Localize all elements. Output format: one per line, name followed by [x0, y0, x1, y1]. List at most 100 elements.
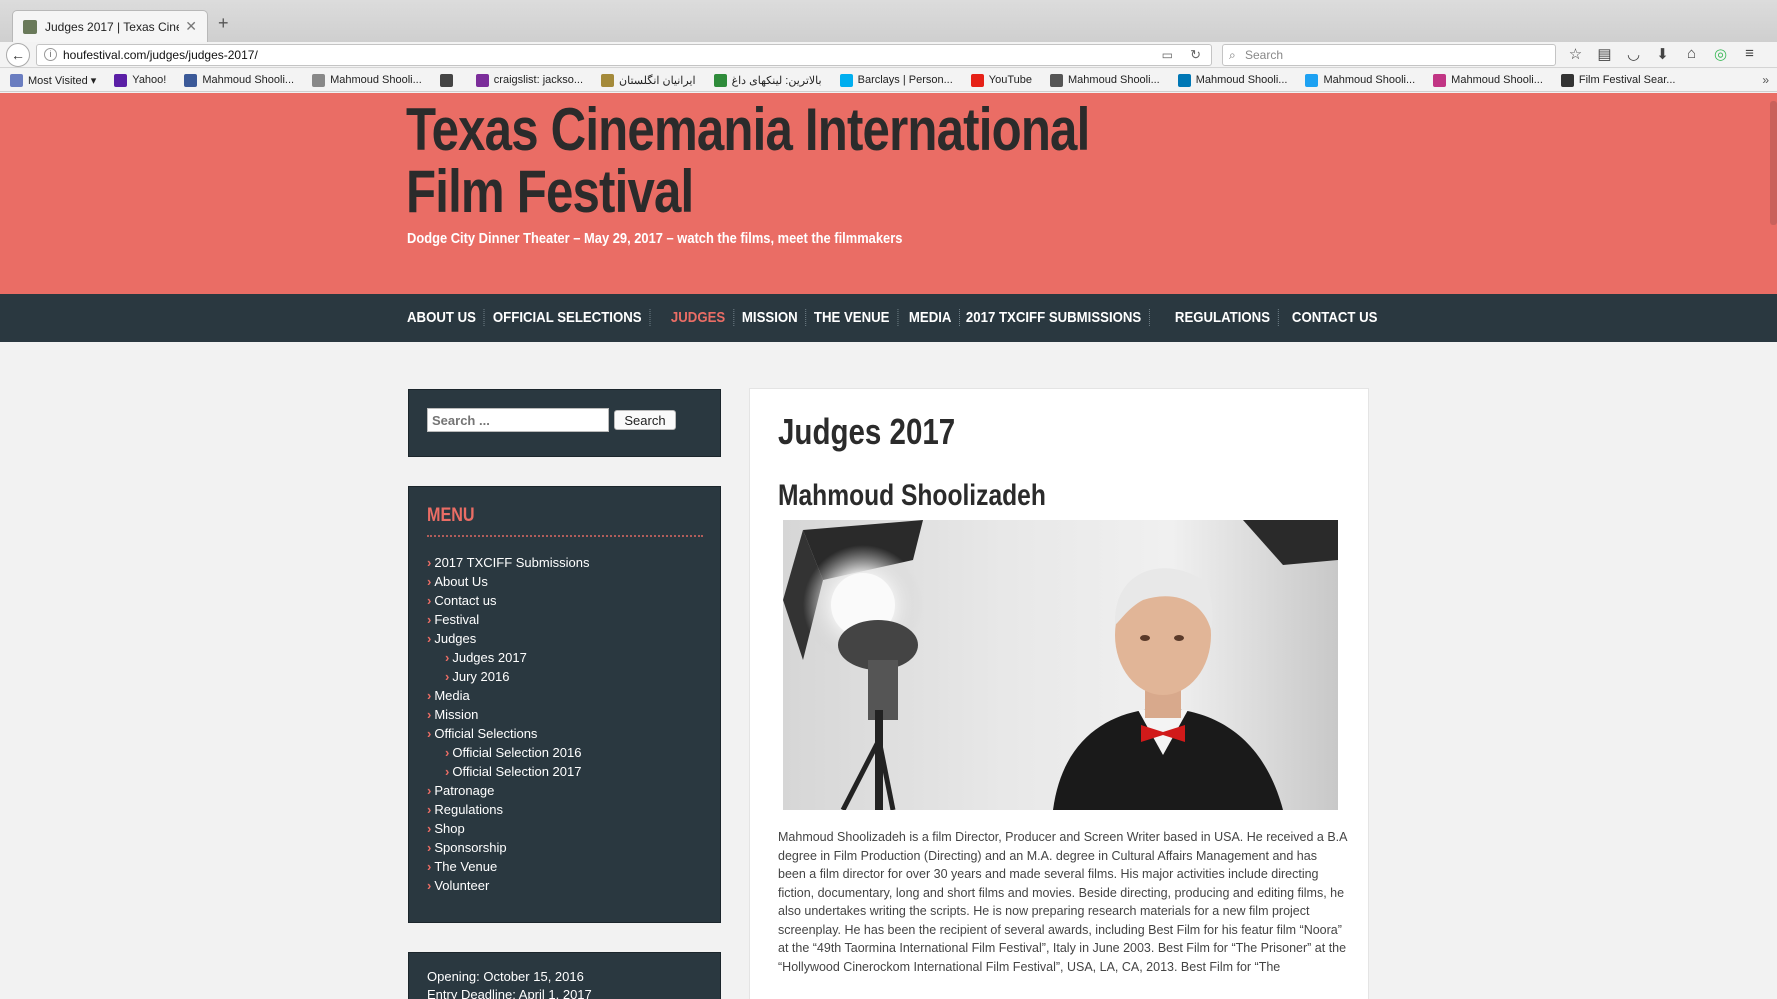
- download-icon[interactable]: ⬇: [1653, 45, 1672, 63]
- bookmark-favicon-icon: [184, 73, 198, 87]
- bookmark-favicon-icon: [839, 73, 853, 87]
- menu-item-shop[interactable]: Shop: [427, 819, 589, 838]
- menu-item-mission[interactable]: Mission: [427, 705, 589, 724]
- new-tab-icon[interactable]: +: [218, 13, 229, 34]
- nav-item-2017-txciff-submissions[interactable]: 2017 TXCIFF Submissions: [958, 309, 1151, 326]
- bookmark-label: بالاترین: لینکهای داغ: [731, 74, 822, 87]
- bookmark-item[interactable]: Film Festival Sear...: [1560, 73, 1676, 87]
- search-icon: ⌕: [1229, 48, 1236, 62]
- bookmark-item[interactable]: craigslist: jackso...: [475, 73, 584, 87]
- hamburger-menu-icon[interactable]: ≡: [1740, 45, 1759, 63]
- nav-item-judges[interactable]: Judges: [663, 309, 735, 326]
- menu-item-patronage[interactable]: Patronage: [427, 781, 589, 800]
- bookmark-label: craigslist: jackso...: [493, 74, 584, 86]
- bookmark-item[interactable]: Mahmoud Shooli...: [1433, 73, 1543, 87]
- menu-item-judges[interactable]: Judges: [427, 629, 589, 648]
- page-scrollbar[interactable]: [1770, 101, 1777, 225]
- main-navigation: About Us Official Selections Judges Mission…: [0, 294, 1777, 342]
- bookmark-favicon-icon: [312, 73, 326, 87]
- menu-item-volunteer[interactable]: Volunteer: [427, 876, 589, 895]
- menu-item-official-selection-2016[interactable]: Official Selection 2016: [427, 743, 589, 762]
- bookmark-item[interactable]: Mahmoud Shooli...: [1050, 73, 1160, 87]
- menu-item-media[interactable]: Media: [427, 686, 589, 705]
- bookmark-label: Mahmoud Shooli...: [1323, 74, 1416, 86]
- menu-item-official-selections[interactable]: Official Selections: [427, 724, 589, 743]
- bookmark-favicon-icon: [1560, 73, 1574, 87]
- bookmark-item[interactable]: Mahmoud Shooli...: [1305, 73, 1416, 87]
- bookmark-label: Most Visited ▾: [28, 74, 97, 87]
- bookmark-item[interactable]: Yahoo!: [114, 73, 167, 87]
- bookmarks-overflow-icon[interactable]: »: [1762, 73, 1769, 87]
- bookmark-item[interactable]: Mahmoud Shooli...: [312, 73, 422, 87]
- menu-item-2017-txciff-submissions[interactable]: 2017 TXCIFF Submissions: [427, 553, 589, 572]
- bookmark-item[interactable]: ایرانیان انگلستان: [601, 73, 696, 87]
- bookmark-favicon-icon: [475, 73, 489, 87]
- browser-tab[interactable]: Judges 2017 | Texas Cine... ✕: [12, 10, 208, 42]
- tab-close-icon[interactable]: ✕: [185, 18, 197, 35]
- bookmark-label: Film Festival Sear...: [1578, 74, 1676, 86]
- search-button[interactable]: Search: [614, 410, 676, 430]
- menu-title: MENU: [427, 505, 475, 526]
- pocket-icon[interactable]: ◡: [1624, 45, 1643, 63]
- menu-item-festival[interactable]: Festival: [427, 610, 589, 629]
- bookmark-favicon-icon: [601, 73, 615, 87]
- menu-item-official-selection-2017[interactable]: Official Selection 2017: [427, 762, 589, 781]
- bookmark-star-icon[interactable]: ☆: [1566, 45, 1585, 63]
- judge-photo-illustration: [783, 520, 1338, 810]
- nav-item-about-us[interactable]: About Us: [407, 309, 485, 326]
- bookmarks-toolbar: Most Visited ▾ Yahoo! Mahmoud Shooli... Mah…: [0, 69, 1777, 92]
- bookmark-item[interactable]: Mahmoud Shooli...: [1177, 73, 1287, 87]
- browser-tab-strip: Judges 2017 | Texas Cine... ✕ +: [0, 0, 1777, 42]
- bookmark-favicon-icon: [1305, 73, 1319, 87]
- nav-item-regulations[interactable]: Regulations: [1167, 309, 1279, 326]
- search-input[interactable]: [427, 408, 609, 432]
- bookmark-label: Mahmoud Shooli...: [330, 74, 422, 86]
- reload-icon[interactable]: ↻: [1190, 45, 1201, 65]
- judge-photo: [783, 520, 1338, 810]
- menu-item-the-venue[interactable]: The Venue: [427, 857, 589, 876]
- nav-item-official-selections[interactable]: Official Selections: [485, 309, 651, 326]
- bookmark-item[interactable]: Most Visited ▾: [10, 73, 97, 87]
- url-text: houfestival.com/judges/judges-2017/: [63, 48, 258, 62]
- library-icon[interactable]: ▤: [1595, 45, 1614, 63]
- nav-item-media[interactable]: Media: [901, 309, 961, 326]
- menu-widget: MENU 2017 TXCIFF SubmissionsAbout UsCont…: [408, 486, 721, 923]
- bookmark-favicon-icon: [114, 73, 128, 87]
- entry-deadline: Entry Deadline: April 1, 2017: [427, 987, 592, 999]
- browser-search-placeholder: Search: [1245, 48, 1284, 62]
- judge-bio: Mahmoud Shoolizadeh is a film Director, …: [778, 830, 1347, 974]
- site-title[interactable]: Texas Cinemania International Film Festi…: [406, 99, 1144, 223]
- bookmark-item[interactable]: [439, 73, 458, 87]
- info-icon[interactable]: i: [44, 48, 57, 61]
- menu-item-sponsorship[interactable]: Sponsorship: [427, 838, 589, 857]
- tab-title: Judges 2017 | Texas Cine...: [45, 19, 180, 34]
- bookmark-item[interactable]: Barclays | Person...: [839, 73, 953, 87]
- nav-item-the-venue[interactable]: The Venue: [806, 309, 899, 326]
- bookmark-favicon-icon: [10, 73, 23, 87]
- nav-item-mission[interactable]: Mission: [734, 309, 807, 326]
- home-icon[interactable]: ⌂: [1682, 45, 1701, 63]
- bookmark-favicon-icon: [439, 73, 453, 87]
- menu-list: 2017 TXCIFF SubmissionsAbout UsContact u…: [427, 553, 589, 895]
- menu-item-contact-us[interactable]: Contact us: [427, 591, 589, 610]
- bookmark-favicon-icon: [713, 73, 727, 87]
- back-arrow-icon[interactable]: ←: [6, 43, 30, 67]
- menu-item-jury-2016[interactable]: Jury 2016: [427, 667, 589, 686]
- address-bar[interactable]: i houfestival.com/judges/judges-2017/ ▭ …: [36, 44, 1212, 66]
- bookmark-favicon-icon: [1433, 73, 1447, 87]
- menu-item-about-us[interactable]: About Us: [427, 572, 589, 591]
- bookmark-item[interactable]: YouTube: [970, 73, 1032, 87]
- extension-icon[interactable]: ◎: [1711, 45, 1730, 63]
- bookmark-label: Barclays | Person...: [857, 74, 953, 86]
- bookmark-item[interactable]: بالاترین: لینکهای داغ: [713, 73, 822, 87]
- menu-divider: [427, 535, 703, 537]
- reader-view-icon[interactable]: ▭: [1162, 45, 1173, 65]
- site-tagline: Dodge City Dinner Theater – May 29, 2017…: [407, 230, 903, 247]
- menu-item-regulations[interactable]: Regulations: [427, 800, 589, 819]
- bookmark-item[interactable]: Mahmoud Shooli...: [184, 73, 294, 87]
- browser-search-bar[interactable]: ⌕ Search: [1222, 44, 1556, 66]
- dates-widget: Opening: October 15, 2016 Entry Deadline…: [408, 952, 721, 999]
- nav-item-contact-us[interactable]: Contact Us: [1284, 309, 1385, 326]
- menu-item-judges-2017[interactable]: Judges 2017: [427, 648, 589, 667]
- bookmark-label: Yahoo!: [132, 74, 167, 86]
